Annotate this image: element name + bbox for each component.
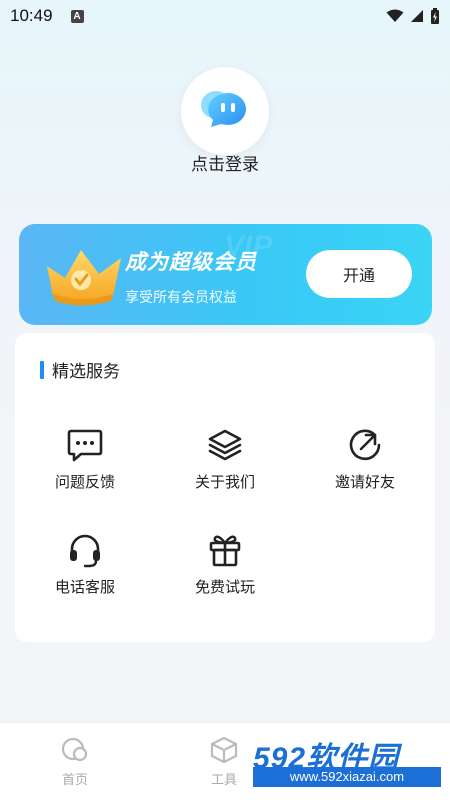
headset-icon bbox=[70, 534, 100, 568]
layers-icon bbox=[208, 429, 242, 461]
status-icons bbox=[386, 8, 440, 24]
crown-icon bbox=[47, 250, 121, 306]
feedback-message-icon bbox=[67, 429, 103, 462]
signal-icon bbox=[411, 10, 423, 22]
box-icon bbox=[210, 736, 238, 764]
tab-home[interactable]: 首页 bbox=[35, 735, 115, 788]
battery-icon bbox=[431, 8, 439, 24]
avatar[interactable] bbox=[181, 67, 269, 155]
service-feedback-label: 问题反馈 bbox=[54, 473, 115, 491]
vip-banner[interactable]: VIP 成为超级会员 享受所有会员权益 开通 bbox=[19, 224, 432, 325]
status-time: 10:49 bbox=[10, 6, 53, 25]
service-phone-support-label: 电话客服 bbox=[54, 578, 115, 596]
watermark-url: www.592xiazai.com bbox=[253, 767, 441, 787]
home-icon bbox=[61, 737, 88, 762]
service-phone-support[interactable]: 电话客服 bbox=[25, 532, 145, 597]
services-heading-text: 精选服务 bbox=[52, 362, 120, 382]
vip-subtitle: 享受所有会员权益 bbox=[125, 290, 237, 306]
service-free-trial[interactable]: 免费试玩 bbox=[165, 532, 285, 597]
notification-a-icon: A bbox=[70, 9, 84, 23]
vip-title: 成为超级会员 bbox=[125, 250, 257, 274]
service-invite-friends[interactable]: 邀请好友 bbox=[305, 427, 425, 492]
gift-icon bbox=[209, 535, 241, 567]
featured-services-card: 精选服务 问题反馈 关于我们 邀请好友 电话客服 免费试玩 bbox=[15, 333, 435, 642]
service-invite-friends-label: 邀请好友 bbox=[334, 473, 395, 491]
service-about-us[interactable]: 关于我们 bbox=[165, 427, 285, 492]
site-watermark: 592软件园 www.592xiazai.com bbox=[253, 733, 445, 791]
status-bar: 10:49 A bbox=[0, 0, 450, 32]
tab-tools[interactable]: 工具 bbox=[184, 735, 264, 788]
login-link[interactable]: 点击登录 bbox=[0, 150, 450, 175]
chat-bubble-logo-icon bbox=[201, 91, 246, 127]
activate-vip-button[interactable]: 开通 bbox=[306, 250, 412, 298]
heading-accent-bar bbox=[40, 360, 44, 379]
share-arrow-icon bbox=[349, 429, 381, 461]
services-heading: 精选服务 bbox=[40, 357, 120, 382]
service-about-us-label: 关于我们 bbox=[194, 473, 255, 491]
service-free-trial-label: 免费试玩 bbox=[194, 578, 255, 596]
tab-tools-label: 工具 bbox=[210, 773, 237, 788]
service-feedback[interactable]: 问题反馈 bbox=[25, 427, 145, 492]
wifi-icon bbox=[386, 9, 404, 22]
tab-home-label: 首页 bbox=[61, 773, 88, 788]
